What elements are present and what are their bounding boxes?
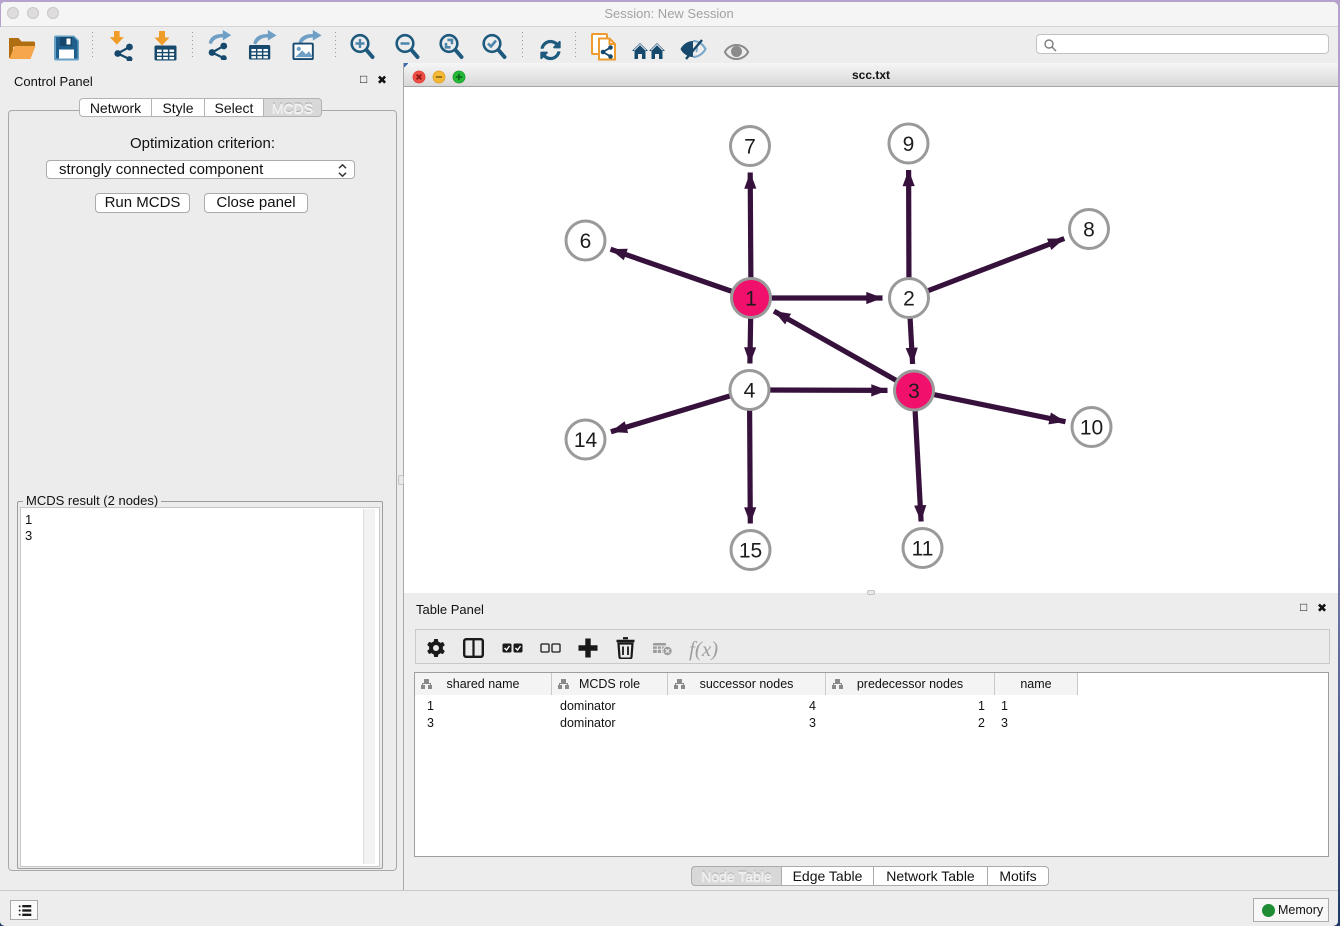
svg-text:6: 6 [580, 230, 592, 253]
svg-text:1: 1 [745, 288, 757, 311]
svg-text:11: 11 [912, 538, 934, 561]
svg-text:15: 15 [739, 540, 762, 563]
svg-text:14: 14 [574, 429, 598, 452]
svg-text:8: 8 [1083, 219, 1095, 242]
svg-text:7: 7 [744, 136, 756, 159]
svg-text:9: 9 [903, 133, 915, 156]
svg-text:10: 10 [1080, 417, 1103, 440]
svg-text:3: 3 [908, 380, 920, 403]
svg-text:2: 2 [903, 288, 915, 311]
svg-text:4: 4 [744, 380, 756, 403]
